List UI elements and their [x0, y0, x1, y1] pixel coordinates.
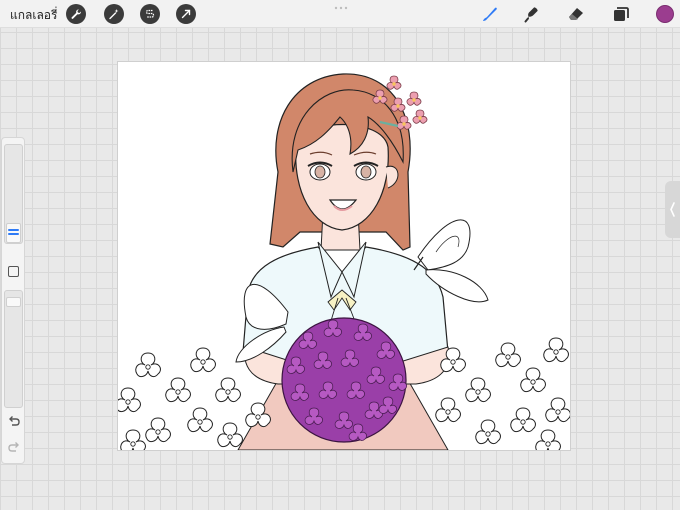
drawing-canvas[interactable]	[118, 62, 570, 450]
chevron-left-icon	[670, 202, 675, 217]
color-swatch[interactable]	[656, 5, 674, 23]
left-sidebar	[1, 137, 25, 464]
top-toolbar: แกลเลอรี่	[0, 0, 680, 28]
selection-icon[interactable]	[140, 4, 160, 24]
wrench-icon[interactable]	[66, 4, 86, 24]
undo-icon[interactable]	[7, 414, 21, 428]
smudge-icon[interactable]	[522, 4, 542, 24]
modify-button[interactable]	[8, 266, 19, 277]
artwork	[118, 73, 570, 450]
brush-size-indicator-2	[8, 233, 19, 235]
layers-icon[interactable]	[611, 4, 631, 24]
transform-arrow-icon[interactable]	[176, 4, 196, 24]
gallery-button[interactable]: แกลเลอรี่	[10, 6, 57, 25]
magic-wand-icon[interactable]	[104, 4, 124, 24]
eraser-icon[interactable]	[566, 4, 586, 24]
drag-dots-icon[interactable]	[334, 6, 348, 10]
opacity-slider-thumb[interactable]	[6, 297, 21, 307]
brush-size-indicator	[8, 229, 19, 231]
brush-icon[interactable]	[480, 4, 500, 24]
brush-size-slider[interactable]	[4, 144, 23, 244]
redo-icon[interactable]	[7, 440, 21, 454]
opacity-slider[interactable]	[4, 290, 23, 408]
side-panel-handle[interactable]	[665, 181, 680, 238]
